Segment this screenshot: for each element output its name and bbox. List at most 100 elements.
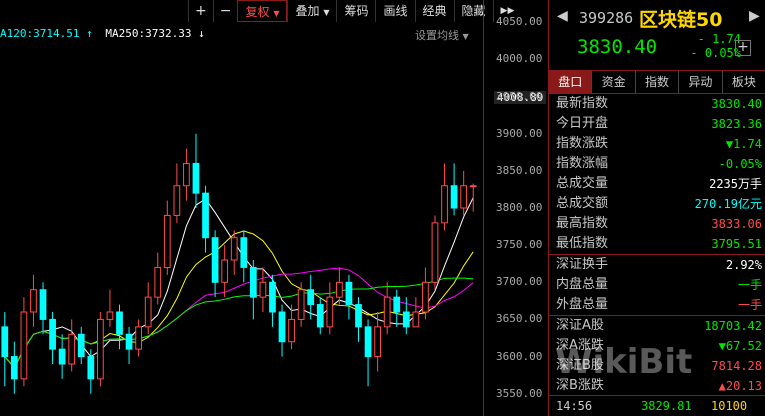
quote-row-value: 2.92% xyxy=(725,258,762,272)
candle-body xyxy=(374,326,381,358)
candle-body xyxy=(259,281,267,298)
candle-body xyxy=(39,289,47,320)
price-tick-label: 3750.00 xyxy=(496,238,543,252)
candle-body xyxy=(288,318,295,343)
panel-tabs: 盘口 资金 指数 异动 板块 xyxy=(549,70,765,94)
quote-row-value: 270.19亿元 xyxy=(694,197,762,211)
price-tick-label: 3900.00 xyxy=(496,126,543,140)
quote-row-value: -0.05% xyxy=(718,157,762,171)
candle-body xyxy=(402,311,410,328)
kline-chart[interactable]: + − 复权 ▼ 叠加 ▼ 筹码 画线 经典 隐藏 ▶▶ A120:3714.5… xyxy=(0,0,547,416)
candle-body xyxy=(1,326,9,358)
quote-row: 最低指数 3795.51 xyxy=(549,234,765,254)
watermark-logo: WikiBit xyxy=(555,342,693,382)
candle-body xyxy=(364,326,372,358)
candle-body xyxy=(441,185,448,224)
quote-row-value: 2235万手 xyxy=(709,177,762,191)
quote-row-value: 3795.51 xyxy=(711,237,762,251)
quote-row: 内盘总量 一手 xyxy=(549,275,765,295)
candle-body xyxy=(144,296,152,328)
price-tick-label: 3950.00 xyxy=(496,89,543,103)
price-tick-label: 3600.00 xyxy=(496,349,543,363)
price-axis: 4008.89 4050.00 4000.00 3950.00 3900.00 3850… xyxy=(483,0,548,416)
tab-anomaly[interactable]: 异动 xyxy=(679,71,723,93)
candle-body xyxy=(249,266,257,298)
quote-row-value: 3823.36 xyxy=(711,117,762,131)
quote-row: 深证A股 18703.42 xyxy=(549,315,765,336)
candle-body xyxy=(297,289,305,320)
candle-body xyxy=(154,266,162,298)
candle-body xyxy=(68,333,76,365)
candle-body xyxy=(431,222,439,283)
candle-body xyxy=(355,304,362,328)
candle-body xyxy=(116,311,123,335)
candle-body xyxy=(460,185,468,209)
candle-body xyxy=(10,356,18,380)
price-tick-label: 4050.00 xyxy=(496,15,543,29)
tab-pankou[interactable]: 盘口 xyxy=(549,71,593,93)
next-stock-icon[interactable]: ▶ xyxy=(749,8,760,24)
quote-row-value: ▲20.13 xyxy=(718,379,762,393)
price-tick-label: 3800.00 xyxy=(496,201,543,214)
quote-row-label: 深证A股 xyxy=(556,318,604,333)
candle-body xyxy=(230,237,238,261)
tab-sector[interactable]: 板块 xyxy=(723,71,765,93)
quote-row-value: 3830.40 xyxy=(711,97,762,111)
quote-row-value: 18703.42 xyxy=(704,319,762,333)
candle-body xyxy=(393,296,401,313)
add-watchlist-button[interactable]: + xyxy=(735,40,751,56)
quote-row: 指数涨跌 ▼1.74 xyxy=(549,134,765,154)
quote-row-label: 今日开盘 xyxy=(556,116,609,131)
stock-code: 399286 xyxy=(579,9,634,27)
price-change: - 1.74 - 0.05% xyxy=(677,32,741,60)
price-tick-label: 3550.00 xyxy=(496,386,543,400)
quote-row-label: 总成交额 xyxy=(556,196,609,211)
candle-body xyxy=(202,192,209,239)
quote-row: 总成交量 2235万手 xyxy=(549,174,765,194)
kline-svg xyxy=(1,133,477,394)
candle-body xyxy=(469,185,477,188)
stock-name: 区块链50 xyxy=(639,9,723,31)
candle-body xyxy=(345,281,353,306)
quote-row: 总成交额 270.19亿元 xyxy=(549,194,765,214)
price-tick-label: 3850.00 xyxy=(496,163,543,177)
tab-funds[interactable]: 资金 xyxy=(592,71,636,93)
price-tick-label: 3700.00 xyxy=(496,275,543,289)
candle-body xyxy=(278,311,286,343)
candle-body xyxy=(450,185,458,209)
price-tick-label: 3650.00 xyxy=(496,312,543,326)
candle-body xyxy=(173,185,181,216)
quote-row: 指数涨幅 -0.05% xyxy=(549,154,765,174)
candle-body xyxy=(326,296,334,328)
tab-index[interactable]: 指数 xyxy=(636,71,680,93)
candle-body xyxy=(240,237,248,268)
quote-row-label: 指数涨幅 xyxy=(556,156,609,171)
change-value: - 1.74 xyxy=(697,32,741,46)
candle-body xyxy=(135,326,142,350)
candle-body xyxy=(422,281,429,313)
quote-row-label: 最低指数 xyxy=(556,236,609,251)
candle-body xyxy=(412,311,420,328)
candle-body xyxy=(336,281,343,298)
quote-row: 今日开盘 3823.36 xyxy=(549,114,765,134)
tick-price: 3829.81 xyxy=(641,399,692,413)
prev-stock-icon[interactable]: ◀ xyxy=(557,8,568,24)
candle-body xyxy=(97,318,104,380)
candle-body xyxy=(30,289,37,313)
candle-body xyxy=(192,162,200,194)
quote-row-label: 深证换手 xyxy=(556,257,609,272)
candle-body xyxy=(211,237,219,283)
candle-body xyxy=(77,333,85,358)
tick-footer: 14:56 3829.81 10100 xyxy=(549,395,765,416)
quote-header: ◀ 399286 区块链50 ▶ xyxy=(549,4,765,31)
candle-body xyxy=(20,311,28,380)
quote-row-value: 7814.28 xyxy=(711,359,762,373)
quote-row-label: 总成交量 xyxy=(556,176,609,191)
candle-body xyxy=(125,333,133,350)
candle-body xyxy=(316,304,324,328)
quote-row: 外盘总量 一手 xyxy=(549,295,765,315)
candle-body xyxy=(49,318,56,350)
price-tick-label: 4000.00 xyxy=(496,52,543,66)
quote-row-value: ▼1.74 xyxy=(725,137,762,151)
latest-price: 3830.40 xyxy=(577,36,658,58)
